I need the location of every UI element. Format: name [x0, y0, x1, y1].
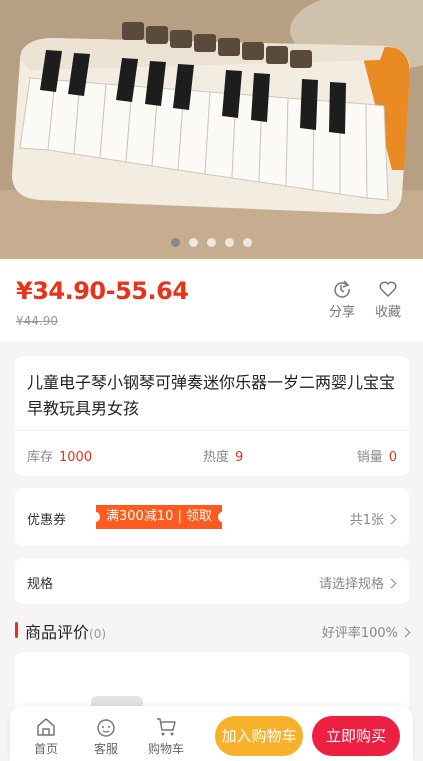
sales-label: 销量	[356, 450, 383, 465]
product-image-gallery[interactable]	[0, 0, 423, 259]
divider	[15, 430, 409, 431]
hot-label: 热度	[203, 450, 230, 465]
chevron-right-icon	[386, 514, 397, 525]
nav-cart[interactable]: 购物车	[144, 716, 188, 757]
carousel-dot[interactable]	[225, 238, 234, 247]
toy-piano-illustration	[0, 0, 423, 259]
nav-service-label: 客服	[93, 742, 118, 756]
carousel-dot[interactable]	[207, 238, 216, 247]
home-icon	[37, 718, 55, 736]
carousel-indicators[interactable]	[0, 238, 423, 247]
coupon-label: 优惠券	[27, 513, 67, 528]
carousel-dot-active[interactable]	[171, 238, 180, 247]
share-icon	[334, 280, 350, 298]
nav-home-label: 首页	[33, 742, 58, 756]
spec-select[interactable]: 请选择规格	[318, 573, 397, 592]
favorite-label: 收藏	[374, 305, 401, 320]
stock-stat: 库存 1000	[27, 446, 92, 465]
add-to-cart-button[interactable]: 加入购物车	[215, 716, 303, 756]
reviews-title-text: 商品评价	[25, 623, 90, 642]
favorite-button[interactable]: 收藏	[368, 279, 408, 320]
reviews-title: 商品评价(0)	[25, 619, 106, 643]
share-label: 分享	[328, 305, 355, 320]
carousel-dot[interactable]	[243, 238, 252, 247]
stock-value: 1000	[59, 450, 93, 465]
reviews-count: (0)	[89, 627, 107, 641]
original-price: ¥44.90	[16, 314, 58, 328]
coupon-count[interactable]: 共1张	[349, 509, 397, 528]
coupon-row[interactable]: 优惠券 满300减10 | 领取 共1张	[15, 488, 409, 546]
buy-now-button[interactable]: 立即购买	[312, 716, 400, 756]
coupon-tag[interactable]: 满300减10 | 领取	[92, 505, 226, 529]
price-section: ¥34.90-55.64 ¥44.90 分享 收藏	[0, 259, 423, 341]
share-button[interactable]: 分享	[322, 279, 362, 320]
section-accent-bar	[15, 622, 18, 638]
chevron-right-icon	[386, 578, 397, 589]
coupon-count-text: 共1张	[349, 513, 384, 528]
sales-value: 0	[388, 450, 397, 465]
product-title: 儿童电子琴小钢琴可弹奏迷你乐器一岁二两婴儿宝宝早教玩具男女孩	[27, 373, 396, 418]
reviews-rate-link[interactable]: 好评率100%	[321, 622, 411, 641]
hot-value: 9	[235, 450, 244, 465]
heart-icon	[379, 281, 397, 297]
nav-service[interactable]: 客服	[84, 716, 128, 757]
spec-row[interactable]: 规格 请选择规格	[15, 558, 409, 604]
reviews-rate-text: 好评率100%	[321, 626, 398, 641]
price-range: ¥34.90-55.64	[16, 277, 189, 305]
nav-cart-label: 购物车	[147, 742, 184, 756]
reviews-header: 商品评价(0) 好评率100%	[15, 618, 411, 646]
hot-stat: 热度 9	[203, 446, 243, 465]
cart-icon	[157, 718, 176, 736]
chevron-right-icon	[400, 627, 411, 638]
spec-action-text: 请选择规格	[318, 577, 384, 592]
spec-label: 规格	[27, 577, 54, 592]
stock-label: 库存	[27, 450, 54, 465]
bottom-action-bar: 首页 客服 购物车 加入购物车 立即购买	[10, 706, 413, 761]
nav-home[interactable]: 首页	[24, 716, 68, 757]
customer-service-icon	[97, 719, 115, 737]
sales-stat: 销量 0	[357, 446, 397, 465]
carousel-dot[interactable]	[189, 238, 198, 247]
product-info-card: 儿童电子琴小钢琴可弹奏迷你乐器一岁二两婴儿宝宝早教玩具男女孩 库存 1000 热度…	[15, 356, 409, 476]
